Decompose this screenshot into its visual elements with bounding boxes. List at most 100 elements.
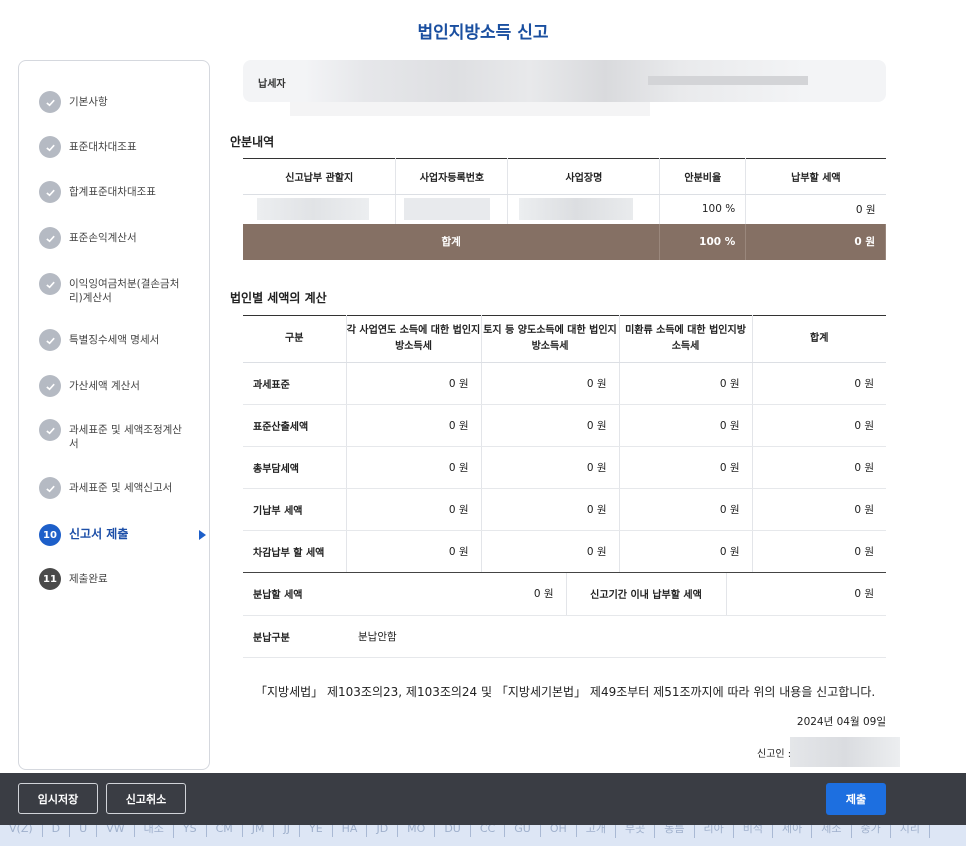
page-title: 법인지방소득 신고: [417, 23, 549, 43]
strip-item: V(Z): [0, 825, 43, 837]
step-additional-tax[interactable]: 가산세액 계산서: [39, 375, 204, 397]
step-label: 이익잉여금처분(결손금처리)계산서: [69, 278, 180, 304]
cell-value: 0 원: [619, 404, 753, 447]
cell-value: 0 원: [346, 362, 482, 405]
step-submit-return[interactable]: 10 신고서 제출: [39, 524, 206, 546]
col-jurisdiction: 신고납부 관할지: [243, 158, 397, 195]
cell-value: 0 원: [619, 488, 753, 531]
total-ratio: 100 %: [659, 223, 747, 260]
strip-item: 동름: [655, 825, 695, 838]
step-tax-return[interactable]: 과세표준 및 세액신고서: [39, 477, 204, 499]
strip-item: JM: [243, 825, 275, 837]
strip-item: OH: [541, 825, 577, 837]
cancel-filing-button[interactable]: 신고취소: [106, 783, 186, 814]
installment-value: 0 원: [346, 573, 566, 616]
strip-item: 제소: [812, 825, 852, 838]
step-number: 10: [39, 524, 61, 546]
strip-item: HA: [333, 825, 368, 837]
redacted-signer: [790, 737, 900, 767]
step-income-statement[interactable]: 표준손익계산서: [39, 227, 204, 249]
step-withholding-statement[interactable]: 특별징수세액 명세서: [39, 329, 204, 351]
step-complete[interactable]: 11 제출완료: [39, 568, 204, 590]
redacted-jurisdiction: [243, 194, 397, 224]
calc-title: 법인별 세액의 계산: [230, 291, 327, 305]
total-tax: 0 원: [745, 223, 886, 260]
strip-item: VW: [97, 825, 135, 837]
submit-button[interactable]: 제출: [826, 783, 886, 815]
action-bar: 임시저장 신고취소 제출: [0, 773, 966, 825]
col-sum: 합계: [752, 315, 886, 363]
step-standard-balance-sheet[interactable]: 표준대차대조표: [39, 136, 204, 158]
strip-item: CC: [471, 825, 506, 837]
col-tax-payable: 납부할 세액: [745, 158, 886, 195]
allocation-ratio: 100 %: [659, 194, 747, 224]
cell-value: 0 원: [481, 404, 620, 447]
row-label: 총부담세액: [243, 446, 347, 489]
allocation-table: 신고납부 관할지 사업자등록번호 사업장명 안분비율 납부할 세액 100 % …: [243, 158, 886, 260]
check-icon: [39, 329, 61, 351]
strip-item: CM: [207, 825, 243, 837]
row-label: 차감납부 할 세액: [243, 530, 347, 573]
taxpayer-box: 납세자: [243, 60, 886, 102]
table-row: 표준산출세액 0 원 0 원 0 원 0 원: [243, 404, 886, 447]
filing-date: 2024년 04월 09일: [796, 716, 886, 728]
installment-type-value: 분납안함: [346, 615, 886, 658]
row-label: 표준산출세액: [243, 404, 347, 447]
check-icon: [39, 477, 61, 499]
strip-item: 부곳: [616, 825, 656, 838]
check-icon: [39, 273, 61, 295]
strip-item: DU: [435, 825, 471, 837]
cell-value: 0 원: [481, 530, 620, 573]
table-row: 기납부 세액 0 원 0 원 0 원 0 원: [243, 488, 886, 531]
bottom-strip: V(Z) D U VW 대소 YS CM JM JJ YE HA JD MO DU CC GU OH 고개 부곳 동름…: [0, 825, 966, 846]
total-row: 합계 100 % 0 원: [243, 223, 886, 260]
installment-label: 분납할 세액: [243, 573, 346, 616]
step-combined-balance-sheet[interactable]: 합계표준대차대조표: [39, 181, 204, 203]
table-row: 분납구분 분납안함: [243, 615, 886, 658]
cell-value: 0 원: [346, 446, 482, 489]
table-row: 100 % 0 원: [243, 194, 886, 224]
step-basic-info[interactable]: 기본사항: [39, 91, 204, 113]
check-icon: [39, 227, 61, 249]
table-row: 분납할 세액 0 원 신고기간 이내 납부할 세액 0 원: [243, 573, 886, 616]
col-land-transfer-tax: 토지 등 양도소득에 대한 법인지방소득세: [481, 315, 620, 363]
strip-item: JD: [367, 825, 399, 837]
step-label: 과세표준 및 세액신고서: [69, 482, 173, 494]
table-row: 총부담세액 0 원 0 원 0 원 0 원: [243, 446, 886, 489]
strip-item: 지리: [891, 825, 930, 838]
strip-item: D: [43, 825, 71, 837]
total-label: 합계: [243, 223, 661, 260]
check-icon: [39, 91, 61, 113]
step-label: 과세표준 및 세액조정계산서: [69, 424, 182, 450]
strip-item: 비석: [734, 825, 773, 838]
step-tax-adjustment[interactable]: 과세표준 및 세액조정계산서: [39, 419, 204, 451]
cell-value: 0 원: [752, 530, 886, 573]
step-label: 표준대차대조표: [69, 141, 137, 153]
table-row: 차감납부 할 세액 0 원 0 원 0 원 0 원: [243, 530, 886, 573]
strip-item: 대소: [135, 825, 174, 838]
allocation-title: 안분내역: [230, 135, 275, 149]
cell-value: 0 원: [481, 488, 620, 531]
redacted-address: [290, 102, 650, 116]
step-label: 가산세액 계산서: [69, 380, 140, 392]
step-number: 11: [39, 568, 61, 590]
strip-item: MO: [398, 825, 436, 837]
row-label: 기납부 세액: [243, 488, 347, 531]
redacted-business-name: [507, 194, 661, 224]
strip-item: 중가: [852, 825, 891, 838]
cell-value: 0 원: [619, 362, 753, 405]
due-label: 신고기간 이내 납부할 세액: [565, 573, 727, 616]
check-icon: [39, 136, 61, 158]
strip-item: YS: [174, 825, 207, 837]
col-business-year-tax: 각 사업연도 소득에 대한 법인지방소득세: [346, 315, 482, 363]
step-retained-earnings[interactable]: 이익잉여금처분(결손금처리)계산서: [39, 273, 204, 305]
cell-value: 0 원: [346, 404, 482, 447]
installment-table: 분납할 세액 0 원 신고기간 이내 납부할 세액 0 원 분납구분 분납안함: [243, 573, 886, 658]
cell-value: 0 원: [752, 362, 886, 405]
law-declaration: 「지방세법」 제103조의23, 제103조의24 및 「지방세기본법」 제49…: [255, 685, 876, 699]
cell-value: 0 원: [619, 446, 753, 489]
strip-item: GU: [505, 825, 541, 837]
redacted-taxpayer-id: [648, 76, 808, 85]
current-step-arrow-icon: [199, 530, 206, 540]
temp-save-button[interactable]: 임시저장: [18, 783, 98, 814]
